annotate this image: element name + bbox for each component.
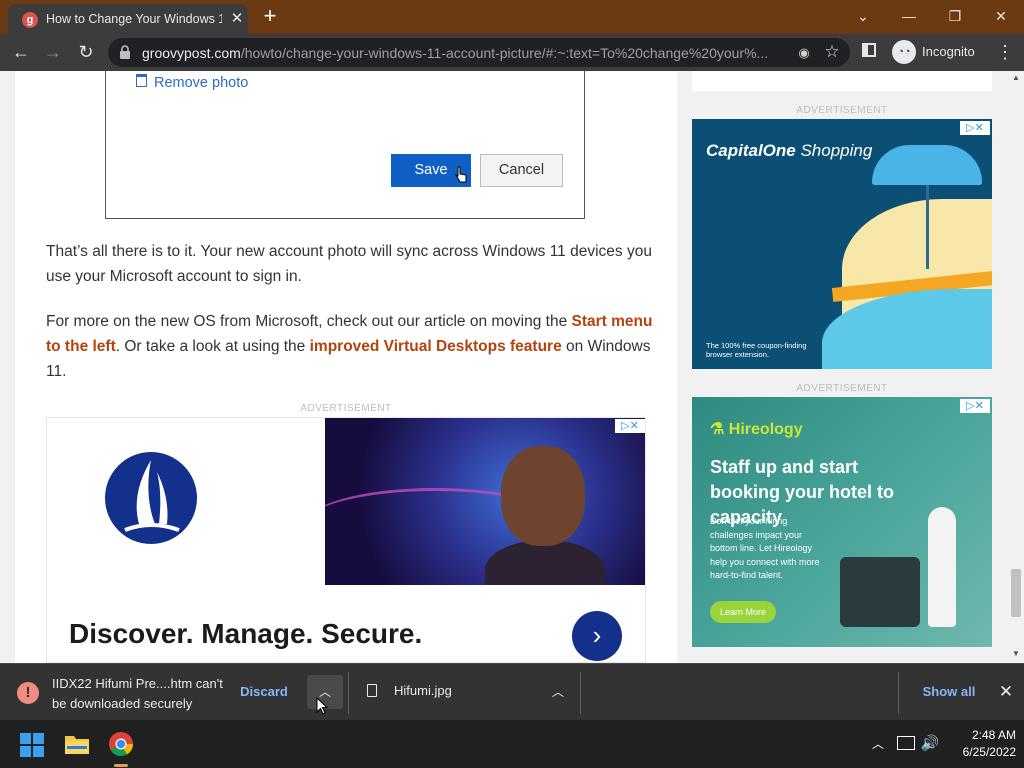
system-clock[interactable]: 2:48 AM 6/25/2022 bbox=[944, 727, 1016, 761]
page-viewport: Remove photo Save Cancel That’s all ther… bbox=[0, 71, 1024, 663]
incognito-label: Incognito bbox=[922, 44, 975, 59]
incognito-profile-button[interactable]: ◔◔ Incognito bbox=[892, 40, 984, 65]
volume-icon[interactable]: 🔊 bbox=[920, 734, 940, 754]
capital-one-shopping-ad[interactable]: CapitalOne Shopping The 100% free coupon… bbox=[692, 119, 992, 369]
luggage-cart-icon bbox=[840, 557, 920, 627]
download-bar: ! IIDX22 Hifumi Pre....htm can't be down… bbox=[0, 663, 1024, 720]
advertisement-label: ADVERTISEMENT bbox=[796, 383, 888, 394]
sidebar-card bbox=[692, 71, 992, 91]
hireology-ad[interactable]: ⚗ Hireology Staff up and start booking y… bbox=[692, 397, 992, 647]
warning-icon: ! bbox=[17, 682, 39, 704]
tab-search-icon[interactable]: ⌄ bbox=[840, 3, 886, 29]
paragraph-text: For more on the new OS from Microsoft, c… bbox=[46, 313, 572, 330]
close-icon[interactable]: ✕ bbox=[994, 680, 1018, 704]
tab-title: How to Change Your Windows 1 bbox=[46, 12, 222, 26]
forward-icon[interactable]: → bbox=[40, 39, 66, 65]
eye-off-icon[interactable]: ◉ bbox=[794, 43, 814, 63]
cancel-button[interactable]: Cancel bbox=[480, 154, 563, 187]
advertisement-label: ADVERTISEMENT bbox=[796, 105, 888, 116]
adchoices-icon[interactable]: ▷✕ bbox=[615, 419, 645, 433]
beach-umbrella-icon bbox=[872, 145, 982, 185]
lock-icon[interactable] bbox=[118, 45, 132, 59]
learn-more-button[interactable]: Learn More bbox=[710, 601, 776, 623]
ad-brand-suffix: Shopping bbox=[795, 141, 873, 160]
clock-time: 2:48 AM bbox=[971, 728, 1016, 742]
new-tab-button[interactable]: + bbox=[258, 5, 282, 29]
windows-start-icon[interactable] bbox=[20, 733, 44, 757]
side-panel-icon[interactable] bbox=[862, 43, 876, 57]
ad-person-face bbox=[501, 446, 585, 546]
show-all-button[interactable]: Show all bbox=[918, 680, 980, 704]
ad-headline: Discover. Manage. Secure. bbox=[69, 618, 423, 649]
browser-tab[interactable]: g How to Change Your Windows 1 ✕ bbox=[8, 4, 248, 34]
discard-button[interactable]: Discard bbox=[234, 680, 294, 704]
ad-hero-image bbox=[325, 418, 645, 585]
ad-body-text: Don't let your hiring challenges impact … bbox=[710, 516, 820, 580]
ad-illustration-person bbox=[928, 507, 956, 627]
scroll-down-icon[interactable]: ▼ bbox=[1008, 647, 1024, 661]
scroll-thumb[interactable] bbox=[1011, 569, 1021, 617]
ad-brand: Hireology bbox=[728, 421, 803, 438]
adchoices-icon[interactable]: ▷✕ bbox=[960, 121, 990, 135]
file-icon bbox=[367, 684, 377, 697]
hireology-logo: ⚗ Hireology bbox=[710, 421, 803, 438]
virtual-desktops-link[interactable]: improved Virtual Desktops feature bbox=[310, 338, 562, 355]
ad-arrow-button[interactable]: › bbox=[572, 611, 622, 661]
divider bbox=[348, 672, 349, 714]
article-advertisement[interactable]: ▷✕ Discover. Manage. Secure. › bbox=[46, 417, 646, 663]
tab-close-icon[interactable]: ✕ bbox=[228, 10, 246, 28]
groovypost-favicon-icon: g bbox=[22, 12, 38, 28]
page-scrollbar[interactable]: ▲ ▼ bbox=[1008, 71, 1024, 663]
chevron-up-icon[interactable]: ︿ bbox=[546, 680, 570, 704]
clock-date: 6/25/2022 bbox=[962, 745, 1016, 759]
advertisement-label: ADVERTISEMENT bbox=[300, 403, 392, 414]
chrome-icon[interactable] bbox=[108, 731, 134, 757]
browser-title-bar: g How to Change Your Windows 1 ✕ + ⌄ — ❐… bbox=[0, 0, 1024, 34]
divider bbox=[898, 672, 899, 714]
adchoices-icon[interactable]: ▷✕ bbox=[960, 399, 990, 413]
url-domain: groovypost.com bbox=[142, 45, 241, 61]
bookmark-star-icon[interactable]: ☆ bbox=[822, 41, 842, 63]
incognito-icon: ◔◔ bbox=[892, 40, 916, 64]
file-explorer-icon[interactable] bbox=[64, 732, 90, 756]
paragraph-text: . Or take a look at using the bbox=[115, 338, 310, 355]
trash-icon bbox=[136, 74, 147, 87]
more-menu-icon[interactable]: ⋮ bbox=[996, 40, 1014, 66]
article-paragraph-links: For more on the new OS from Microsoft, c… bbox=[46, 309, 656, 384]
hand-cursor-icon bbox=[455, 166, 467, 183]
capital-one-logo: CapitalOne Shopping bbox=[706, 141, 872, 161]
network-icon[interactable] bbox=[897, 736, 915, 750]
download-file-name[interactable]: Hifumi.jpg bbox=[394, 683, 452, 698]
article-column: Remove photo Save Cancel That’s all ther… bbox=[15, 71, 677, 663]
scroll-up-icon[interactable]: ▲ bbox=[1008, 71, 1024, 85]
chevron-up-icon[interactable]: ︿ bbox=[870, 734, 886, 754]
ad-brand: CapitalOne bbox=[706, 141, 796, 160]
download-warning-text: IIDX22 Hifumi Pre....htm can't be downlo… bbox=[52, 676, 223, 711]
back-icon[interactable]: ← bbox=[8, 39, 34, 65]
minimize-icon[interactable]: — bbox=[886, 3, 932, 29]
active-app-indicator bbox=[114, 764, 128, 767]
ad-umbrella-pole bbox=[926, 179, 929, 269]
mouse-pointer-icon bbox=[316, 697, 328, 715]
divider bbox=[580, 672, 581, 714]
restore-icon[interactable]: ❐ bbox=[932, 3, 978, 29]
reload-icon[interactable]: ↻ bbox=[73, 39, 99, 65]
article-paragraph: That’s all there is to it. Your new acco… bbox=[46, 243, 652, 285]
ad-tagline: The 100% free coupon-finding browser ext… bbox=[706, 341, 807, 359]
url-path: /howto/change-your-windows-11-account-pi… bbox=[240, 45, 769, 61]
windows-taskbar: ︿ 🔊 2:48 AM 6/25/2022 bbox=[0, 720, 1024, 768]
url-text[interactable]: groovypost.com/howto/change-your-windows… bbox=[142, 45, 792, 61]
sailboat-logo-icon bbox=[105, 452, 197, 544]
account-photo-dialog-screenshot: Remove photo Save Cancel bbox=[105, 71, 585, 219]
address-bar[interactable]: groovypost.com/howto/change-your-windows… bbox=[108, 38, 850, 67]
remove-photo-link[interactable]: Remove photo bbox=[154, 75, 248, 91]
close-icon[interactable]: ✕ bbox=[978, 3, 1024, 29]
browser-toolbar: ← → ↻ groovypost.com/howto/change-your-w… bbox=[0, 34, 1024, 71]
